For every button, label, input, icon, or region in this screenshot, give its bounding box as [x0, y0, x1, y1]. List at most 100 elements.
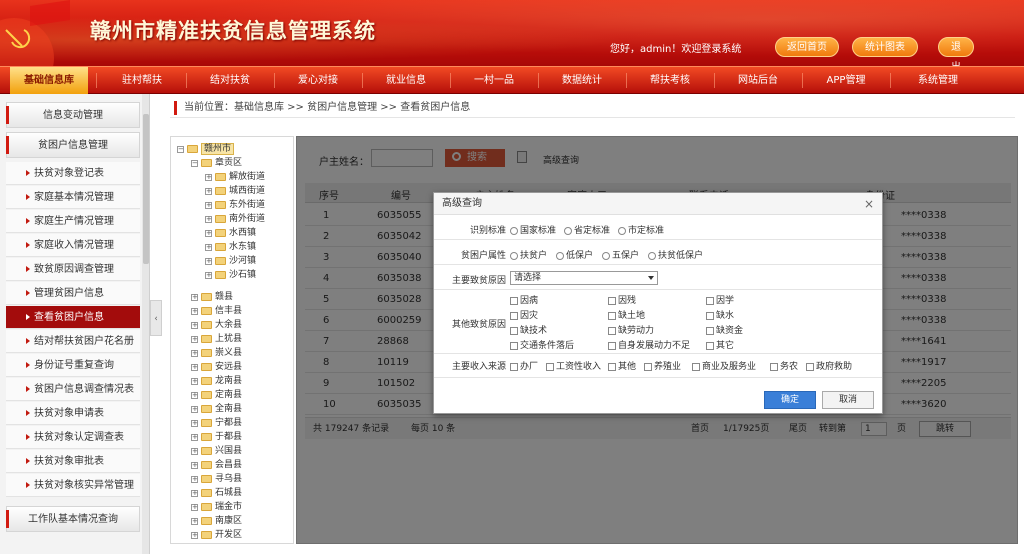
sidebar-item-application[interactable]: 扶贫对象申请表 [6, 402, 140, 425]
expand-icon[interactable]: + [191, 377, 198, 385]
tree-node-district[interactable]: − 章贡区 [191, 157, 242, 169]
sidebar-item-family-income[interactable]: 家庭收入情况管理 [6, 234, 140, 257]
tree-node-street[interactable]: + 水西镇 [205, 227, 256, 239]
nav-employment[interactable]: 就业信息 [364, 67, 448, 94]
radio-five-guarantee[interactable]: 五保户 [602, 248, 639, 261]
expand-icon[interactable]: + [205, 201, 212, 209]
expand-icon[interactable]: + [191, 349, 198, 357]
checkbox-icon[interactable] [806, 362, 814, 371]
nav-website-admin[interactable]: 网站后台 [716, 67, 800, 94]
checkbox-icon[interactable] [510, 341, 518, 350]
collapse-icon[interactable]: − [177, 145, 184, 153]
expand-icon[interactable]: + [191, 503, 198, 511]
checkbox-icon[interactable] [608, 341, 616, 350]
radio-icon[interactable] [564, 226, 572, 235]
expand-icon[interactable]: + [191, 405, 198, 413]
expand-icon[interactable]: + [205, 173, 212, 181]
tree-node-county[interactable]: + 石城县 [191, 487, 242, 499]
tree-node-county[interactable]: + 崇义县 [191, 347, 242, 359]
sidebar-item-approval[interactable]: 扶贫对象审批表 [6, 450, 140, 473]
cancel-button[interactable]: 取消 [822, 391, 874, 409]
checkbox-icon[interactable] [510, 362, 518, 371]
expand-icon[interactable]: + [191, 447, 198, 455]
nav-statistics[interactable]: 数据统计 [540, 67, 624, 94]
sidebar-head-info-change[interactable]: 信息变动管理 [6, 102, 140, 128]
sidebar-item-identification[interactable]: 扶贫对象认定调查表 [6, 426, 140, 449]
nav-basic-info[interactable]: 基础信息库 [10, 67, 88, 94]
expand-icon[interactable]: + [191, 489, 198, 497]
checkbox-lack-land[interactable]: 缺土地 [608, 308, 645, 321]
tree-node-street[interactable]: + 东外街道 [205, 199, 265, 211]
checkbox-lack-funds[interactable]: 缺资金 [706, 323, 743, 336]
nav-pair-help[interactable]: 结对扶贫 [188, 67, 272, 94]
checkbox-icon[interactable] [706, 326, 714, 335]
tree-node-county[interactable]: + 定南县 [191, 389, 242, 401]
sidebar-item-pair-roster[interactable]: 结对帮扶贫困户花名册 [6, 330, 140, 353]
collapse-sidebar-button[interactable]: ‹ [150, 300, 162, 336]
tree-node-county[interactable]: + 安远县 [191, 361, 242, 373]
expand-icon[interactable]: + [191, 419, 198, 427]
checkbox-education[interactable]: 因学 [706, 293, 734, 306]
nav-one-village[interactable]: 一村一品 [452, 67, 536, 94]
tree-node-county[interactable]: + 龙南县 [191, 375, 242, 387]
radio-poverty-minimum[interactable]: 扶贫低保户 [648, 248, 703, 261]
expand-icon[interactable]: + [191, 391, 198, 399]
main-cause-select[interactable]: 请选择 [510, 271, 658, 285]
sidebar-item-family-production[interactable]: 家庭生产情况管理 [6, 210, 140, 233]
checkbox-icon[interactable] [546, 362, 554, 371]
checkbox-factory[interactable]: 办厂 [510, 359, 538, 372]
checkbox-icon[interactable] [608, 311, 616, 320]
expand-icon[interactable]: + [191, 531, 198, 539]
checkbox-poor-transport[interactable]: 交通条件落后 [510, 338, 574, 351]
sidebar-item-family-basic[interactable]: 家庭基本情况管理 [6, 186, 140, 209]
checkbox-disaster[interactable]: 因灾 [510, 308, 538, 321]
expand-icon[interactable]: + [191, 433, 198, 441]
checkbox-illness[interactable]: 因病 [510, 293, 538, 306]
nav-village-help[interactable]: 驻村帮扶 [100, 67, 184, 94]
sidebar-scroll-thumb[interactable] [143, 114, 149, 264]
checkbox-government-aid[interactable]: 政府救助 [806, 359, 852, 372]
checkbox-icon[interactable] [770, 362, 778, 371]
expand-icon[interactable]: + [205, 215, 212, 223]
tree-node-street[interactable]: + 沙河镇 [205, 255, 256, 267]
radio-province-standard[interactable]: 省定标准 [564, 223, 610, 236]
expand-icon[interactable]: + [191, 335, 198, 343]
tree-node-street[interactable]: + 解放街道 [205, 171, 265, 183]
checkbox-icon[interactable] [644, 362, 652, 371]
tree-node-root[interactable]: − 赣州市 [177, 143, 235, 155]
tree-node-county[interactable]: + 南康区 [191, 515, 242, 527]
checkbox-farming[interactable]: 务农 [770, 359, 798, 372]
home-button[interactable]: 返回首页 [775, 37, 839, 57]
close-icon[interactable]: × [864, 193, 874, 215]
tree-node-street[interactable]: + 南外街道 [205, 213, 265, 225]
nav-charity[interactable]: 爱心对接 [276, 67, 360, 94]
tree-node-county[interactable]: + 兴国县 [191, 445, 242, 457]
tree-node-street[interactable]: + 沙石镇 [205, 269, 256, 281]
sidebar-item-view-household[interactable]: 查看贫困户信息 [6, 306, 140, 329]
expand-icon[interactable]: + [191, 517, 198, 525]
checkbox-icon[interactable] [706, 311, 714, 320]
expand-icon[interactable]: + [191, 307, 198, 315]
expand-icon[interactable]: + [205, 257, 212, 265]
expand-icon[interactable]: + [191, 363, 198, 371]
radio-minimum-living[interactable]: 低保户 [556, 248, 593, 261]
tree-node-county[interactable]: + 全南县 [191, 403, 242, 415]
radio-poverty-household[interactable]: 扶贫户 [510, 248, 547, 261]
sidebar-head-poor-household[interactable]: 贫困户信息管理 [6, 132, 140, 158]
tree-node-street[interactable]: + 水东镇 [205, 241, 256, 253]
expand-icon[interactable]: + [205, 229, 212, 237]
sidebar-head-work-team[interactable]: 工作队基本情况查询 [6, 506, 140, 532]
stats-chart-button[interactable]: 统计图表 [852, 37, 918, 57]
checkbox-lack-skill[interactable]: 缺技术 [510, 323, 547, 336]
checkbox-icon[interactable] [608, 362, 616, 371]
radio-icon[interactable] [510, 251, 518, 260]
checkbox-icon[interactable] [608, 296, 616, 305]
checkbox-icon[interactable] [510, 296, 518, 305]
expand-icon[interactable]: + [205, 243, 212, 251]
checkbox-icon[interactable] [706, 341, 714, 350]
tree-node-county[interactable]: + 大余县 [191, 319, 242, 331]
checkbox-icon[interactable] [706, 296, 714, 305]
tree-node-county[interactable]: + 会昌县 [191, 459, 242, 471]
checkbox-breeding[interactable]: 养殖业 [644, 359, 681, 372]
collapse-icon[interactable]: − [191, 159, 198, 167]
